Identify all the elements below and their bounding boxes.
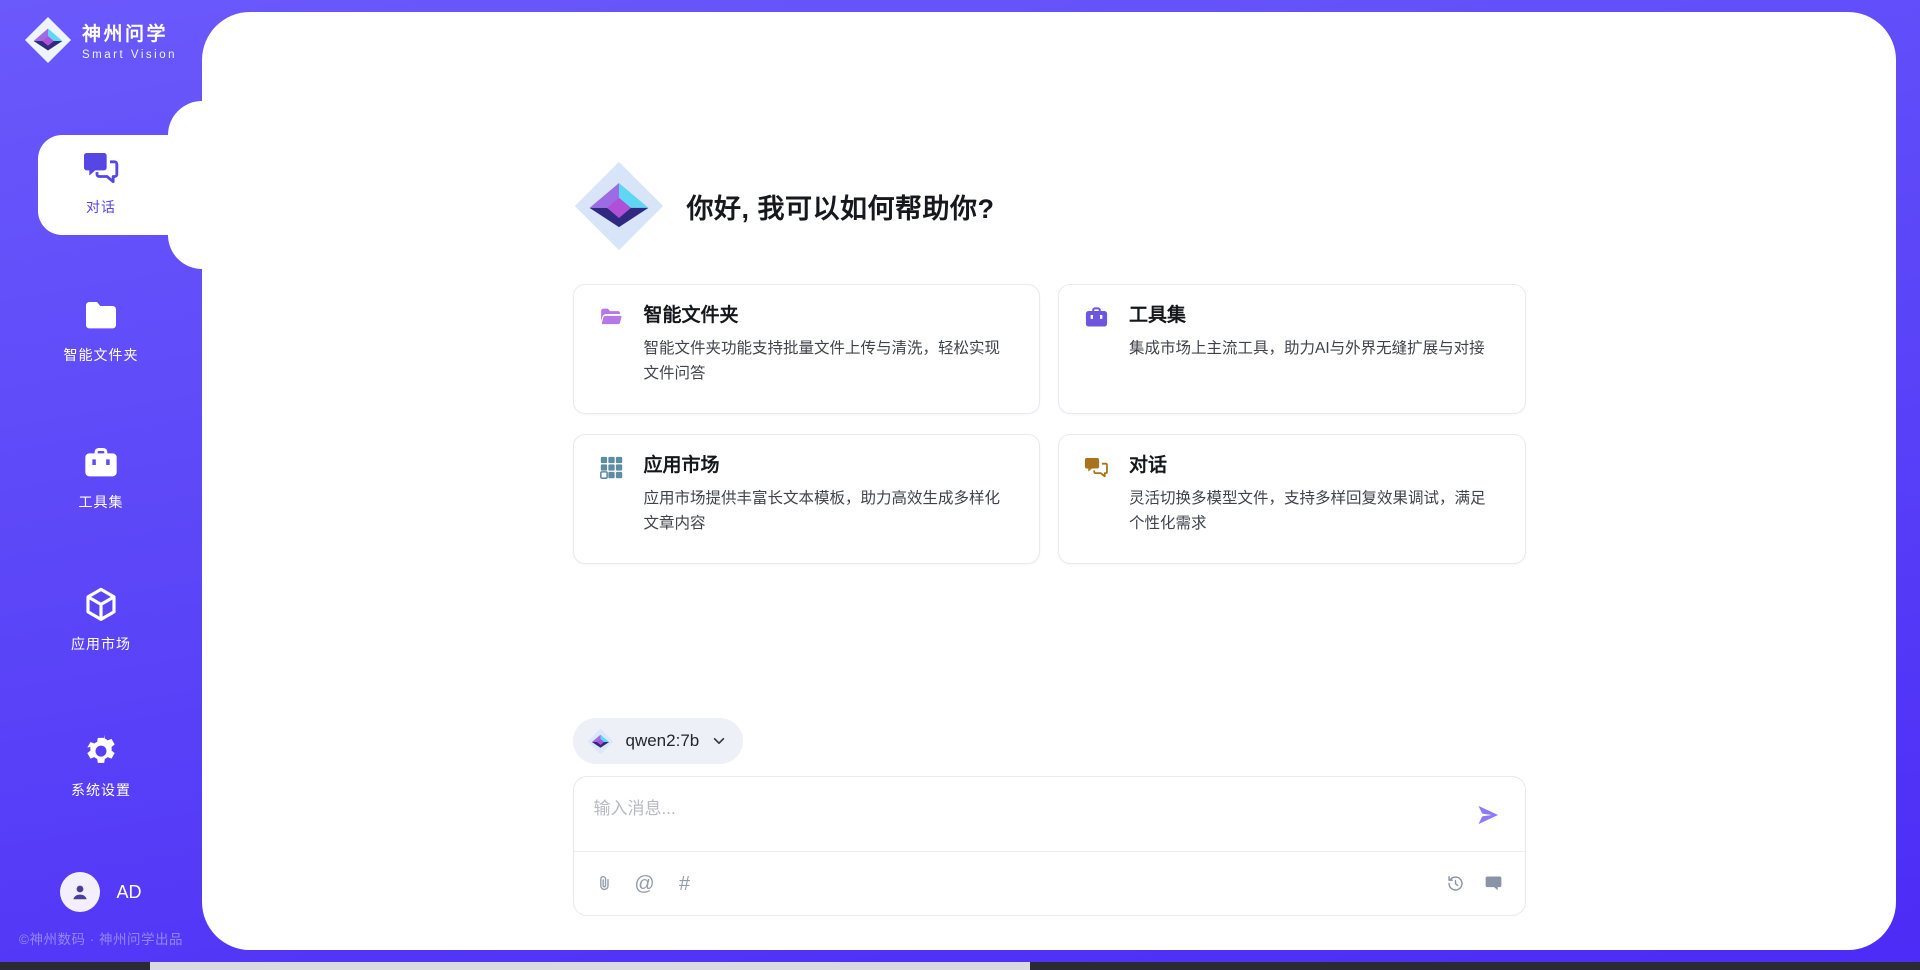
chat-bubble-icon	[1483, 873, 1504, 894]
sidebar-item-app-market[interactable]: 应用市场	[0, 585, 202, 654]
sidebar-item-label: 对话	[86, 197, 116, 217]
message-composer: @ #	[573, 776, 1526, 916]
gear-icon	[81, 731, 121, 771]
history-button[interactable]	[1445, 873, 1467, 895]
sidebar-item-label: 应用市场	[71, 634, 131, 654]
card-text: 工具集	[1129, 301, 1501, 331]
sidebar-item-chat[interactable]: 对话	[0, 148, 202, 217]
card-title: 应用市场	[644, 451, 1016, 481]
sidebar-footer: ©神州数码 · 神州问学出品	[0, 928, 202, 948]
user-account[interactable]: AD	[0, 872, 202, 912]
attach-button[interactable]	[594, 873, 616, 895]
card-title: 智能文件夹	[644, 301, 1016, 331]
card-app-market[interactable]: 应用市场 应用市场提供丰富长文本模板，助力高效生成多样化文章内容	[573, 434, 1041, 564]
toolbox-icon	[81, 443, 121, 483]
model-name: qwen2:7b	[626, 731, 700, 751]
scrollbar-thumb[interactable]	[150, 962, 1030, 970]
folder-open-icon	[598, 304, 625, 331]
sidebar-item-label: 系统设置	[71, 780, 131, 800]
greeting-title: 你好, 我可以如何帮助你?	[687, 187, 995, 226]
paperclip-icon	[594, 873, 615, 894]
sidebar: 神州问学 Smart Vision 对话 智能文件夹	[0, 0, 202, 970]
brand-name: 神州问学	[82, 19, 177, 46]
sidebar-item-settings[interactable]: 系统设置	[0, 731, 202, 800]
tab-connector-top	[168, 101, 202, 135]
main-panel: 你好, 我可以如何帮助你? 智能文件夹 智能文件夹功能支持批量文件上传与清洗，轻…	[202, 12, 1896, 950]
cube-icon	[81, 585, 121, 625]
card-smart-folder[interactable]: 智能文件夹 智能文件夹功能支持批量文件上传与清洗，轻松实现文件问答	[573, 284, 1041, 414]
card-chat[interactable]: 对话 灵活切换多模型文件，支持多样回复效果调试，满足个性化需求	[1058, 434, 1526, 564]
card-title: 对话	[1129, 451, 1501, 481]
card-description: 智能文件夹功能支持批量文件上传与清洗，轻松实现文件问答	[644, 336, 1016, 386]
model-logo-icon	[587, 728, 614, 755]
brand-logo-icon	[24, 16, 72, 64]
brand-subtitle: Smart Vision	[82, 49, 177, 61]
brand[interactable]: 神州问学 Smart Vision	[24, 16, 177, 64]
card-text: 应用市场	[644, 451, 1016, 481]
briefcase-icon	[1083, 304, 1110, 331]
brand-text: 神州问学 Smart Vision	[82, 19, 177, 61]
card-text: 对话	[1129, 451, 1501, 481]
main-content: 你好, 我可以如何帮助你? 智能文件夹 智能文件夹功能支持批量文件上传与清洗，轻…	[573, 12, 1526, 916]
card-title: 工具集	[1129, 301, 1501, 331]
grid-icon	[598, 454, 625, 481]
tab-connector-bottom	[168, 235, 202, 269]
sidebar-item-toolset[interactable]: 工具集	[0, 443, 202, 512]
chat-bubbles-icon	[1083, 454, 1110, 481]
model-selector[interactable]: qwen2:7b	[573, 718, 744, 764]
send-icon	[1474, 801, 1502, 829]
send-button[interactable]	[1473, 801, 1503, 831]
horizontal-scrollbar	[0, 962, 1920, 970]
card-description: 灵活切换多模型文件，支持多样回复效果调试，满足个性化需求	[1129, 486, 1501, 536]
avatar	[60, 872, 100, 912]
feature-cards: 智能文件夹 智能文件夹功能支持批量文件上传与清洗，轻松实现文件问答 工具集 集成…	[573, 284, 1526, 564]
user-icon	[68, 880, 92, 904]
composer-toolbar-right	[1445, 873, 1505, 895]
chat-icon	[81, 148, 121, 188]
message-input[interactable]	[574, 777, 1525, 851]
sidebar-item-smart-folder[interactable]: 智能文件夹	[0, 296, 202, 365]
card-text: 智能文件夹	[644, 301, 1016, 331]
chevron-down-icon	[711, 734, 727, 748]
sidebar-item-label: 工具集	[79, 492, 124, 512]
sidebar-item-label: 智能文件夹	[64, 345, 139, 365]
hero-logo-icon	[573, 160, 665, 252]
topic-button[interactable]: #	[674, 873, 696, 895]
card-description: 应用市场提供丰富长文本模板，助力高效生成多样化文章内容	[644, 486, 1016, 536]
hero: 你好, 我可以如何帮助你?	[573, 160, 1526, 252]
app-screen: 神州问学 Smart Vision 对话 智能文件夹	[0, 0, 1920, 970]
folder-icon	[81, 296, 121, 336]
composer-toolbar: @ #	[574, 851, 1525, 915]
card-toolset[interactable]: 工具集 集成市场上主流工具，助力AI与外界无缝扩展与对接	[1058, 284, 1526, 414]
feedback-button[interactable]	[1483, 873, 1505, 895]
card-description: 集成市场上主流工具，助力AI与外界无缝扩展与对接	[1129, 336, 1501, 361]
mention-button[interactable]: @	[634, 873, 656, 895]
history-icon	[1445, 873, 1466, 894]
user-name: AD	[116, 882, 141, 903]
